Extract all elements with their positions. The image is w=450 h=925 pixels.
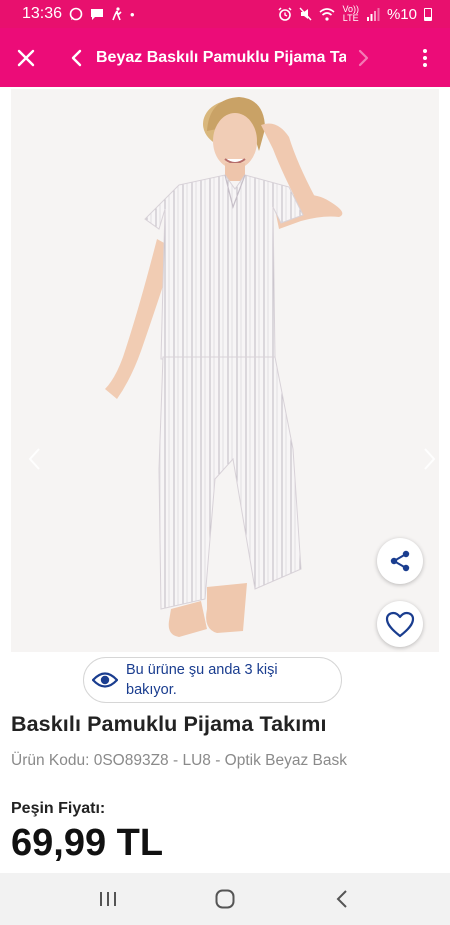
more-vert-icon <box>423 48 427 67</box>
forward-button[interactable] <box>346 28 382 87</box>
message-icon <box>91 8 104 20</box>
product-title: Baskılı Pamuklu Pijama Takımı <box>11 712 327 736</box>
gallery-next-button[interactable] <box>415 444 439 474</box>
walking-icon <box>112 7 122 21</box>
chevron-right-icon <box>358 49 369 66</box>
product-code: Ürün Kodu: 0SO893Z8 - LU8 - Optik Beyaz … <box>11 752 347 769</box>
price-label: Peşin Fiyatı: <box>11 800 106 817</box>
share-icon <box>390 550 410 572</box>
heart-icon <box>385 611 415 637</box>
status-time: 13:36 <box>22 5 63 22</box>
wifi-icon <box>319 7 335 21</box>
close-icon <box>17 49 35 66</box>
alarm-icon <box>278 7 292 21</box>
signal-icon <box>366 7 380 21</box>
product-photo <box>105 97 343 637</box>
home-button[interactable] <box>205 879 245 919</box>
chevron-right-icon <box>424 448 436 470</box>
favorite-button[interactable] <box>377 601 423 647</box>
app-bar: Beyaz Baskılı Pamuklu Pijama Ta... <box>0 28 450 87</box>
gallery-prev-button[interactable] <box>19 444 49 474</box>
chevron-left-icon <box>28 448 40 470</box>
back-nav-button[interactable] <box>322 879 362 919</box>
battery-icon <box>424 7 432 21</box>
status-bar: 13:36 • Vo)) LTE %10 <box>0 0 450 28</box>
recent-apps-button[interactable] <box>88 879 128 919</box>
system-nav-bar <box>0 873 450 925</box>
overflow-menu-button[interactable] <box>400 28 450 87</box>
chevron-left-icon <box>71 49 82 66</box>
page-title: Beyaz Baskılı Pamuklu Pijama Ta... <box>96 48 346 66</box>
close-button[interactable] <box>0 28 52 87</box>
whatsapp-icon <box>69 7 83 21</box>
battery-percent: %10 <box>386 5 417 23</box>
home-icon <box>215 889 235 909</box>
back-button[interactable] <box>56 28 96 87</box>
viewers-text: Bu ürüne şu anda 3 kişi bakıyor. <box>126 662 278 698</box>
mute-icon <box>299 7 312 21</box>
recent-apps-icon <box>100 892 117 906</box>
notification-dot: • <box>130 6 135 22</box>
price-value: 69,99 TL <box>11 822 164 864</box>
network-type: Vo)) LTE <box>342 4 359 23</box>
eye-icon <box>92 672 118 688</box>
product-image-gallery[interactable] <box>11 89 439 652</box>
share-button[interactable] <box>377 538 423 584</box>
viewers-notice: Bu ürüne şu anda 3 kişi bakıyor. <box>83 657 342 703</box>
back-icon <box>336 890 347 908</box>
